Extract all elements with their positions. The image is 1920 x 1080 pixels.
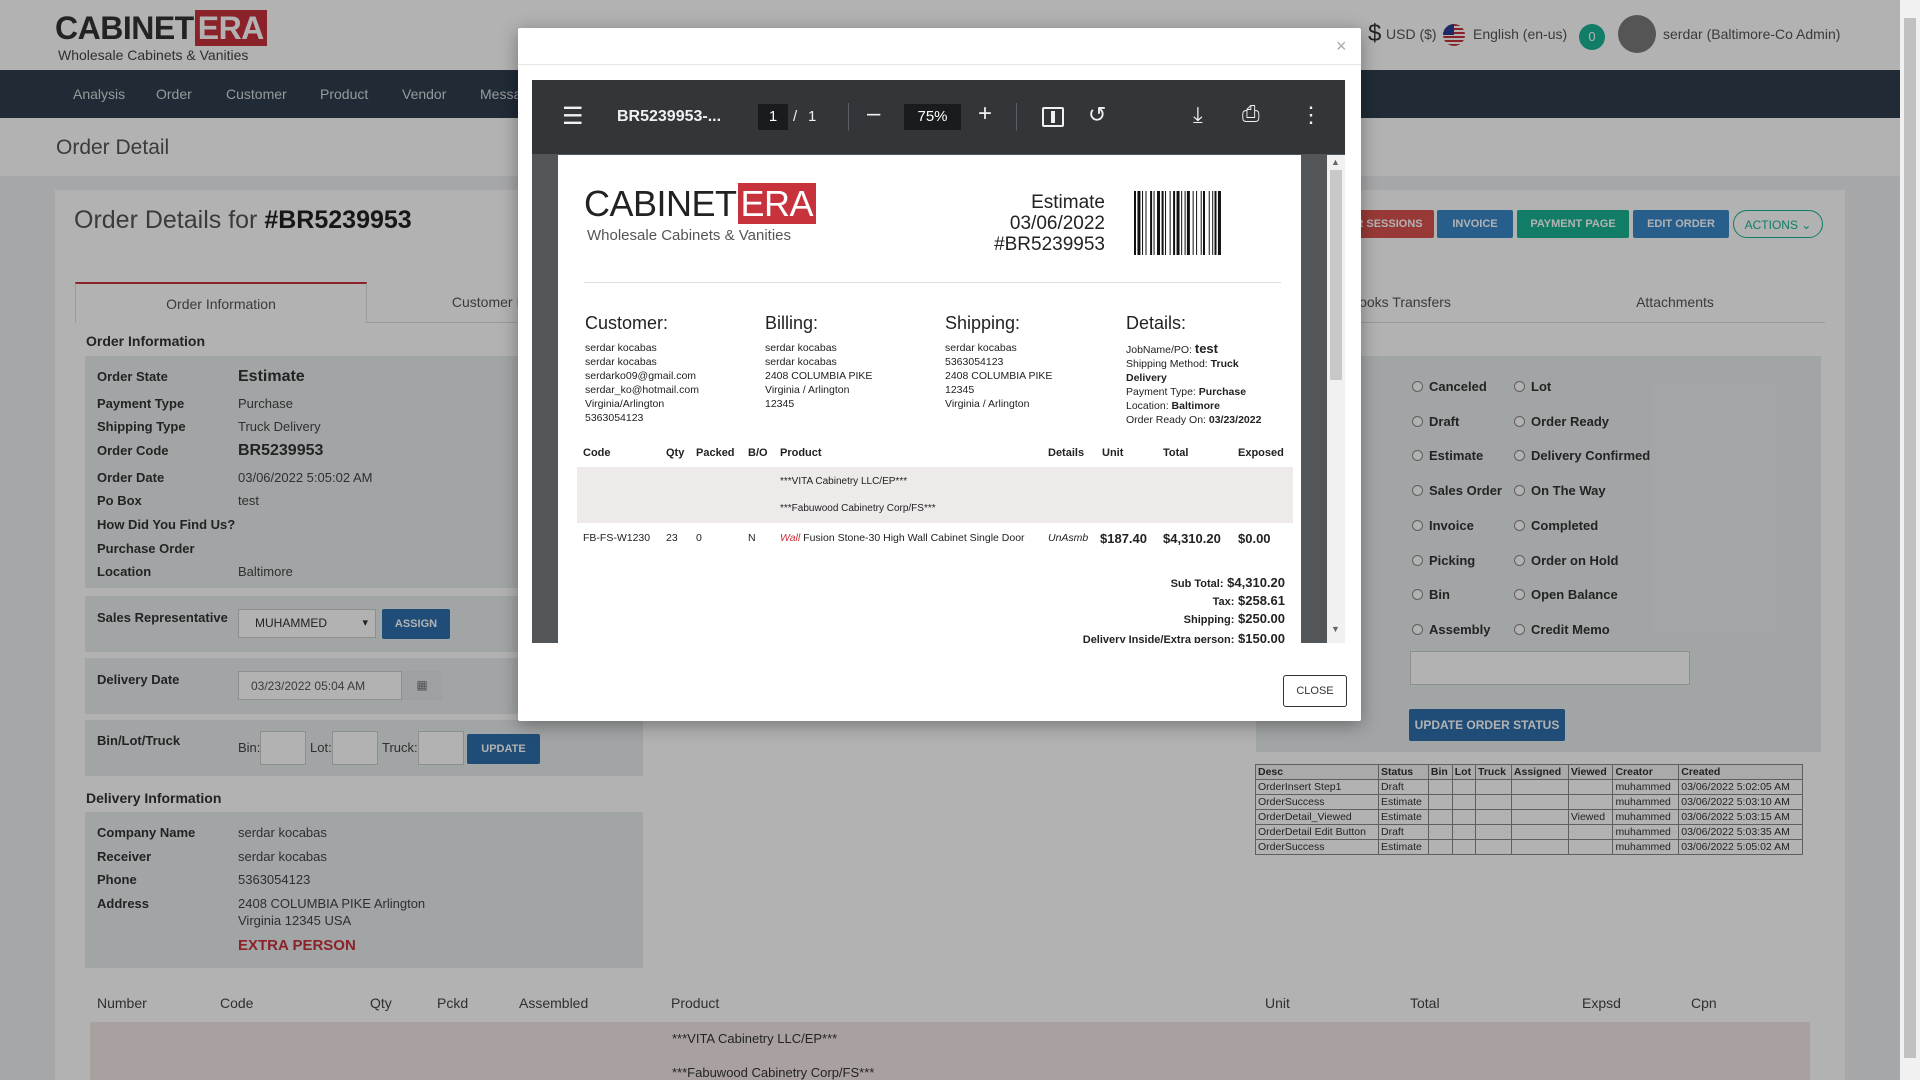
customer-block: serdar kocabas serdar kocabas serdarko09@g… xyxy=(585,342,699,424)
doc-divider xyxy=(584,282,1281,283)
billing-title: Billing: xyxy=(765,313,819,333)
page-separator: / xyxy=(793,108,798,125)
barcode-bar xyxy=(1165,191,1167,255)
toolbar-divider xyxy=(848,103,849,131)
page-scrollbar-thumb[interactable] xyxy=(1904,18,1916,1058)
close-icon[interactable]: × xyxy=(1336,36,1347,57)
pdf-item-code: FB-FS-W1230 xyxy=(583,532,651,544)
scroll-up-icon[interactable]: ▲ xyxy=(1331,157,1340,167)
barcode-bar xyxy=(1153,191,1155,255)
scroll-down-icon[interactable]: ▼ xyxy=(1331,624,1340,634)
pdf-col-exposed: Exposed xyxy=(1238,447,1284,459)
list-item: ***Fabuwood Cabinetry Corp/FS*** xyxy=(780,503,936,514)
print-icon[interactable]: ⎙ xyxy=(1242,101,1260,127)
pdf-subtotal: Sub Total: $4,310.20 xyxy=(1170,575,1285,590)
fit-page-icon-inner xyxy=(1051,111,1055,123)
barcode-bar xyxy=(1173,191,1176,255)
barcode-bar xyxy=(1137,191,1141,255)
download-icon[interactable]: ⤓ xyxy=(1193,102,1203,128)
shipping-title: Shipping: xyxy=(945,313,1021,333)
barcode-bar xyxy=(1134,191,1136,255)
pdf-item-exposed: $0.00 xyxy=(1238,531,1271,546)
barcode-bar xyxy=(1150,191,1153,255)
modal-divider xyxy=(518,64,1361,65)
zoom-out-icon[interactable]: – xyxy=(867,100,880,128)
rotate-icon[interactable]: ↺ xyxy=(1088,102,1106,128)
customer-title: Customer: xyxy=(585,313,669,333)
pdf-item-product: Wall Fusion Stone-30 High Wall Cabinet S… xyxy=(780,532,1025,544)
pdf-item-qty: 23 xyxy=(666,532,678,544)
pdf-col-total: Total xyxy=(1163,447,1189,459)
barcode-bar xyxy=(1184,191,1186,255)
details-title: Details: xyxy=(1126,313,1187,333)
pdf-item-total: $4,310.20 xyxy=(1163,531,1221,546)
menu-icon[interactable]: ☰ xyxy=(562,102,584,131)
doc-logo: CABINET ERA xyxy=(584,183,817,225)
barcode-bar xyxy=(1145,191,1147,255)
pdf-item-unit: $187.40 xyxy=(1100,531,1147,546)
pdf-col-qty: Qty xyxy=(666,447,685,459)
doc-type: Estimate 03/06/2022 #BR5239953 xyxy=(994,192,1105,255)
barcode-bar xyxy=(1192,191,1194,255)
pdf-col-product: Product xyxy=(780,447,822,459)
doc-tagline: Wholesale Cabinets & Vanities xyxy=(587,227,791,244)
barcode xyxy=(1134,191,1221,255)
barcode-bar xyxy=(1142,191,1144,255)
pdf-scrollbar-thumb[interactable] xyxy=(1330,170,1342,380)
pdf-col-code: Code xyxy=(583,447,611,459)
pdf-delivery: Delivery Inside/Extra person: $150.00 xyxy=(1082,631,1285,643)
pdf-col-unit: Unit xyxy=(1102,447,1124,459)
zoom-level[interactable]: 75% xyxy=(904,104,961,130)
pdf-filename: BR5239953-... xyxy=(617,108,722,125)
barcode-bar xyxy=(1214,191,1217,255)
zoom-in-icon[interactable]: + xyxy=(978,100,992,128)
barcode-bar xyxy=(1161,191,1164,255)
page-total: 1 xyxy=(808,108,817,125)
close-button[interactable]: CLOSE xyxy=(1283,675,1347,707)
pdf-item-bo: N xyxy=(748,532,756,544)
barcode-bar xyxy=(1186,191,1190,255)
barcode-bar xyxy=(1157,191,1160,255)
fit-page-icon[interactable] xyxy=(1042,107,1064,127)
pdf-tax: Tax: $258.61 xyxy=(1212,593,1285,608)
barcode-bar xyxy=(1208,191,1210,255)
shipping-block: serdar kocabas 5363054123 2408 COLUMBIA PI… xyxy=(945,342,1053,410)
details-block: JobName/PO: test Shipping Method: Truck … xyxy=(1126,341,1262,427)
barcode-bar xyxy=(1217,191,1221,255)
pdf-item-details: UnAsmb xyxy=(1048,532,1089,544)
barcode-bar xyxy=(1181,191,1183,255)
pdf-delivery-clip: Delivery Inside/Extra person: $150.00 xyxy=(558,629,1301,643)
pdf-col-details: Details xyxy=(1048,447,1085,459)
toolbar-divider xyxy=(1016,103,1017,131)
billing-block: serdar kocabas serdar kocabas 2408 COLUMBI… xyxy=(765,342,873,410)
pdf-item-packed: 0 xyxy=(696,532,702,544)
list-item: ***VITA Cabinetry LLC/EP*** xyxy=(780,476,908,487)
barcode-bar xyxy=(1200,191,1202,255)
pdf-shipping: Shipping: $250.00 xyxy=(1183,611,1285,626)
page-number-input[interactable]: 1 xyxy=(758,104,788,130)
barcode-bar xyxy=(1169,191,1171,255)
barcode-bar xyxy=(1176,191,1180,255)
pdf-col-bo: B/O xyxy=(748,447,768,459)
pdf-vendor-rows xyxy=(577,467,1293,523)
barcode-bar xyxy=(1212,191,1214,255)
barcode-bar xyxy=(1203,191,1205,255)
barcode-bar xyxy=(1196,191,1198,255)
more-options-icon[interactable]: ⋮ xyxy=(1300,102,1322,128)
pdf-col-packed: Packed xyxy=(696,447,735,459)
